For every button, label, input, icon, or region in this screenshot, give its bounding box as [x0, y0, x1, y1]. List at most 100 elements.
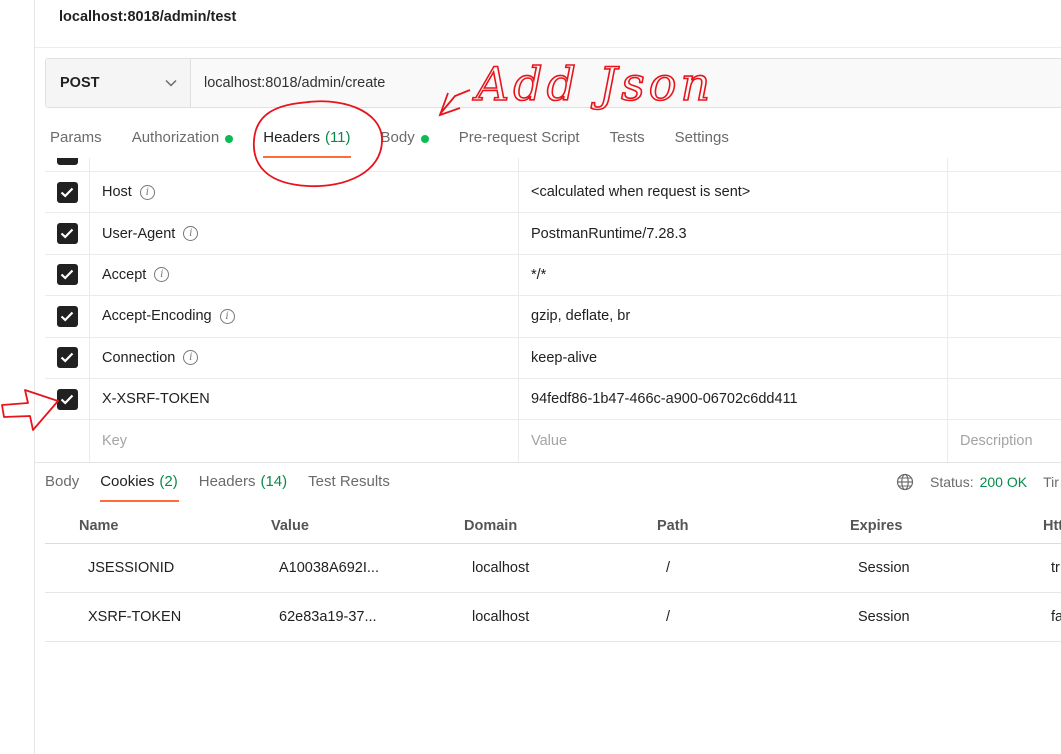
header-key: Accept-Encoding: [102, 308, 212, 325]
cookie-name: XSRF-TOKEN: [88, 609, 182, 625]
table-row: [45, 158, 1061, 172]
left-sidebar-rail: [0, 0, 35, 754]
description-cell[interactable]: [948, 379, 1061, 419]
key-cell[interactable]: Accept-Encoding i: [90, 296, 519, 337]
response-tabs: Body Cookies (2) Headers (14) Test Results: [35, 472, 401, 502]
description-cell[interactable]: [948, 338, 1061, 378]
value-input[interactable]: Value: [519, 420, 948, 462]
tab-test-results-label: Test Results: [308, 473, 390, 490]
tab-cookies[interactable]: Cookies (2): [90, 472, 189, 502]
checkbox[interactable]: [56, 264, 78, 286]
header-key: User-Agent: [102, 225, 176, 242]
tab-params[interactable]: Params: [35, 120, 117, 158]
table-row: User-Agent i PostmanRuntime/7.28.3: [45, 213, 1061, 255]
key-cell[interactable]: Host i: [90, 172, 519, 213]
cookie-httponly: fa: [1051, 609, 1061, 625]
checkbox[interactable]: [56, 347, 78, 369]
tab-cookies-count: (2): [159, 473, 178, 490]
tab-settings-label: Settings: [674, 129, 729, 146]
tab-tests[interactable]: Tests: [595, 120, 660, 158]
tab-test-results[interactable]: Test Results: [298, 472, 401, 502]
tab-params-label: Params: [50, 129, 102, 146]
key-cell[interactable]: User-Agent i: [90, 213, 519, 254]
checkbox[interactable]: [56, 158, 78, 165]
info-icon[interactable]: i: [183, 226, 199, 242]
tab-response-body-label: Body: [45, 473, 80, 490]
value-cell[interactable]: PostmanRuntime/7.28.3: [519, 213, 948, 254]
key-cell[interactable]: Connection i: [90, 337, 519, 378]
checkbox-cell: [45, 337, 90, 378]
request-tab-title[interactable]: localhost:8018/admin/test: [59, 9, 236, 25]
column-header-expires: Expires: [850, 518, 903, 534]
header-key: Connection: [102, 349, 176, 366]
column-header-value: Value: [271, 518, 309, 534]
info-icon[interactable]: i: [183, 350, 199, 366]
checkbox-cell: [45, 172, 90, 213]
cookie-domain: localhost: [472, 560, 530, 576]
column-header-name: Name: [79, 518, 119, 534]
value-cell[interactable]: */*: [519, 254, 948, 296]
cookie-path: /: [666, 609, 671, 625]
cookie-value: A10038A692I...: [279, 560, 379, 576]
chevron-down-icon: [164, 76, 178, 90]
tab-authorization[interactable]: Authorization: [117, 120, 249, 158]
table-row-new: Key Value Description: [45, 420, 1061, 462]
tab-tests-label: Tests: [609, 129, 645, 146]
status-dot-icon: [225, 135, 234, 143]
cookie-expires: Session: [858, 609, 910, 625]
value-cell[interactable]: keep-alive: [519, 337, 948, 378]
description-cell[interactable]: [948, 255, 1061, 295]
tab-headers[interactable]: Headers (11): [248, 120, 365, 158]
checkbox[interactable]: [56, 223, 78, 245]
time-label: Tir: [1043, 474, 1059, 490]
tab-body-label: Body: [380, 129, 415, 146]
table-row: Accept-Encoding i gzip, deflate, br: [45, 296, 1061, 338]
cookie-domain: localhost: [472, 609, 530, 625]
value-cell[interactable]: <calculated when request is sent>: [519, 172, 948, 213]
cookie-expires: Session: [858, 560, 910, 576]
key-cell[interactable]: X-XSRF-TOKEN: [90, 378, 519, 420]
info-icon[interactable]: i: [219, 308, 235, 324]
tab-cookies-label: Cookies: [100, 473, 155, 490]
method-select[interactable]: POST: [46, 59, 191, 107]
tab-settings[interactable]: Settings: [660, 120, 744, 158]
key-input[interactable]: Key: [90, 420, 519, 462]
title-divider: [35, 47, 1061, 48]
globe-icon[interactable]: [896, 473, 914, 491]
status-dot-icon: [420, 135, 429, 143]
header-key: X-XSRF-TOKEN: [102, 391, 210, 408]
key-cell[interactable]: Accept i: [90, 254, 519, 296]
checkbox[interactable]: [56, 305, 78, 327]
column-header-path: Path: [657, 518, 689, 534]
tab-response-headers[interactable]: Headers (14): [189, 472, 298, 502]
response-status: Status: 200 OK Tir: [896, 473, 1059, 491]
tab-pre-request-script[interactable]: Pre-request Script: [444, 120, 595, 158]
table-row: Connection i keep-alive: [45, 337, 1061, 379]
value-cell[interactable]: 94fedf86-1b47-466c-a900-06702c6dd411: [519, 378, 948, 420]
table-row: XSRF-TOKEN 62e83a19-37... localhost / Se…: [45, 593, 1061, 642]
column-header-domain: Domain: [464, 518, 518, 534]
url-input[interactable]: localhost:8018/admin/create: [191, 59, 1061, 107]
description-cell[interactable]: [948, 296, 1061, 336]
description-input[interactable]: Description: [948, 420, 1061, 461]
table-row: Accept i */*: [45, 254, 1061, 297]
tab-response-headers-count: (14): [260, 473, 288, 490]
status-value[interactable]: 200 OK: [980, 474, 1027, 490]
column-header-httponly: Htt: [1043, 518, 1061, 534]
header-key: Accept: [102, 266, 147, 283]
description-cell[interactable]: [948, 213, 1061, 253]
value-cell[interactable]: gzip, deflate, br: [519, 296, 948, 337]
info-icon[interactable]: i: [139, 184, 155, 200]
cookie-httponly: tr: [1051, 560, 1060, 576]
cookie-path: /: [666, 560, 671, 576]
checkbox[interactable]: [56, 388, 78, 410]
status-label: Status:: [930, 474, 974, 490]
cookie-value: 62e83a19-37...: [279, 609, 377, 625]
checkbox-cell: [45, 378, 90, 420]
tab-body[interactable]: Body: [366, 120, 444, 158]
info-icon[interactable]: i: [154, 267, 170, 283]
tab-response-body[interactable]: Body: [35, 472, 90, 502]
tab-pre-request-label: Pre-request Script: [458, 129, 580, 146]
checkbox[interactable]: [56, 181, 78, 203]
description-cell[interactable]: [948, 172, 1061, 212]
